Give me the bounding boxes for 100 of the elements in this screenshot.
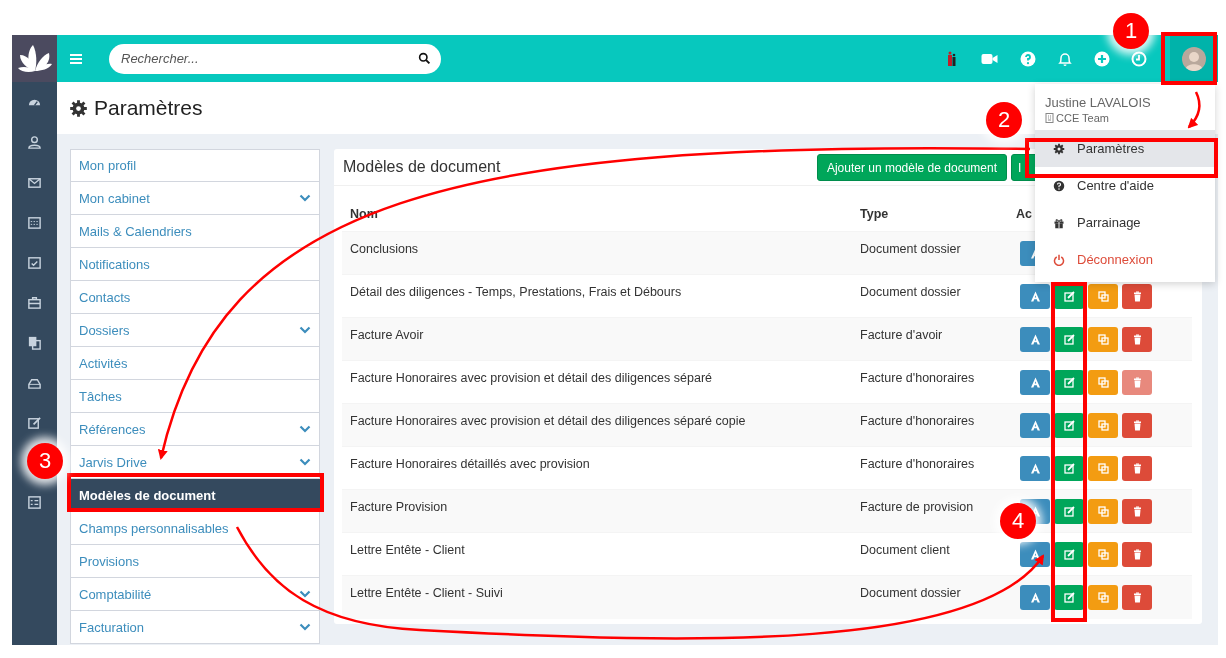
copy-button[interactable] — [1088, 369, 1118, 395]
documents-icon[interactable] — [27, 334, 42, 350]
edit-icon — [1063, 419, 1075, 431]
list-icon[interactable] — [27, 494, 42, 510]
annotation-arrow — [1187, 91, 1201, 129]
copy-icon — [1097, 290, 1109, 302]
edit-icon — [1063, 290, 1075, 302]
font-button[interactable] — [1020, 326, 1050, 352]
letter-a-icon — [1029, 333, 1041, 345]
edit-icon — [1063, 505, 1075, 517]
font-button[interactable] — [1020, 369, 1050, 395]
settings-icon — [1053, 142, 1065, 155]
edit-icon — [1063, 376, 1075, 388]
edit-button[interactable] — [1054, 584, 1084, 610]
copy-icon — [1097, 333, 1109, 345]
table-cell: Facture Provision — [342, 489, 852, 533]
search-icon[interactable] — [418, 51, 431, 65]
table-cell: Facture Honoraires avec provision et détail des diligences séparé copie — [342, 403, 852, 447]
plus-icon[interactable] — [1094, 50, 1110, 67]
edit-button[interactable] — [1054, 369, 1084, 395]
settings-menu-item[interactable]: Comptabilité — [70, 578, 320, 611]
font-button[interactable] — [1020, 283, 1050, 309]
copy-icon — [1097, 591, 1109, 603]
help-icon — [1053, 179, 1065, 192]
edit-icon — [1063, 462, 1075, 474]
table-cell: Lettre Entête - Client - Suivi — [342, 575, 852, 619]
trash-icon — [1131, 591, 1143, 603]
calendar-icon[interactable] — [27, 214, 42, 230]
table-cell: Document dossier — [852, 575, 1012, 619]
copy-button[interactable] — [1088, 498, 1118, 524]
team-name: CCE Team — [1056, 112, 1109, 124]
dropdown-item[interactable]: Centre d'aide — [1035, 167, 1215, 204]
settings-menu-item[interactable]: Notifications — [70, 248, 320, 281]
settings-menu-item[interactable]: Dossiers — [70, 314, 320, 347]
delete-button[interactable] — [1122, 541, 1152, 567]
settings-menu-item[interactable]: Provisions — [70, 545, 320, 578]
edit-button[interactable] — [1054, 412, 1084, 438]
letter-a-icon — [1029, 462, 1041, 474]
column-header: Type — [860, 206, 889, 221]
copy-icon — [1097, 419, 1109, 431]
trash-icon — [1131, 548, 1143, 560]
letter-a-icon — [1029, 290, 1041, 302]
settings-menu-item[interactable]: Contacts — [70, 281, 320, 314]
edit-button[interactable] — [1054, 498, 1084, 524]
table-cell: Facture de provision — [852, 489, 1012, 533]
table-cell: Conclusions — [342, 231, 852, 275]
delete-button[interactable] — [1122, 283, 1152, 309]
clock-icon[interactable] — [1131, 50, 1147, 67]
add-template-button[interactable]: Ajouter un modèle de document — [816, 154, 1007, 181]
panel-title: Modèles de document — [343, 158, 501, 176]
delete-button[interactable] — [1122, 584, 1152, 610]
dropdown-item[interactable]: Déconnexion — [1035, 241, 1215, 278]
trash-icon — [1131, 505, 1143, 517]
bell-icon[interactable] — [1057, 50, 1073, 67]
copy-button[interactable] — [1088, 584, 1118, 610]
copy-button[interactable] — [1088, 455, 1118, 481]
copy-button[interactable] — [1088, 283, 1118, 309]
edit-icon — [1063, 333, 1075, 345]
settings-menu-item[interactable]: Références — [70, 413, 320, 446]
settings-menu-item[interactable]: Activités — [70, 347, 320, 380]
font-button[interactable] — [1020, 455, 1050, 481]
settings-icon — [69, 98, 88, 118]
copy-icon — [1097, 548, 1109, 560]
briefcase-icon[interactable] — [27, 294, 42, 310]
font-button[interactable] — [1020, 541, 1050, 567]
contacts-icon[interactable] — [27, 134, 42, 150]
table-cell: Document dossier — [852, 231, 1012, 275]
app-logo[interactable] — [12, 35, 57, 82]
building-icon — [1045, 113, 1054, 123]
calendar-check-icon[interactable] — [27, 254, 42, 270]
settings-menu-item[interactable]: Mails & Calendriers — [70, 215, 320, 248]
copy-button[interactable] — [1088, 326, 1118, 352]
delete-button[interactable] — [1122, 412, 1152, 438]
menu-icon[interactable] — [69, 52, 83, 65]
copy-button[interactable] — [1088, 541, 1118, 567]
edit-button[interactable] — [1054, 455, 1084, 481]
font-button[interactable] — [1020, 584, 1050, 610]
trash-icon — [1131, 290, 1143, 302]
delete-button[interactable] — [1122, 498, 1152, 524]
settings-menu-item[interactable]: Tâches — [70, 380, 320, 413]
letter-a-icon — [1029, 591, 1041, 603]
trash-icon — [1131, 376, 1143, 388]
settings-menu-item[interactable]: Mon cabinet — [70, 182, 320, 215]
copy-button[interactable] — [1088, 412, 1118, 438]
avatar-highlight-frame — [1161, 32, 1217, 85]
edit-button[interactable] — [1054, 541, 1084, 567]
delete-button[interactable] — [1122, 326, 1152, 352]
search-field[interactable]: Rechercher... — [109, 43, 441, 74]
font-button[interactable] — [1020, 412, 1050, 438]
edit-icon[interactable] — [27, 414, 42, 430]
settings-menu-item[interactable]: Mon profil — [70, 149, 320, 182]
letter-a-icon — [1029, 376, 1041, 388]
settings-menu-item[interactable]: Champs personnalisables — [70, 512, 320, 545]
dropdown-item[interactable]: Parrainage — [1035, 204, 1215, 241]
delete-button[interactable] — [1122, 455, 1152, 481]
help-icon[interactable] — [1020, 50, 1036, 67]
trash-icon — [1131, 462, 1143, 474]
table-cell: Facture Avoir — [342, 317, 852, 361]
edit-button[interactable] — [1054, 326, 1084, 352]
settings-menu-item[interactable]: Facturation — [70, 611, 320, 644]
